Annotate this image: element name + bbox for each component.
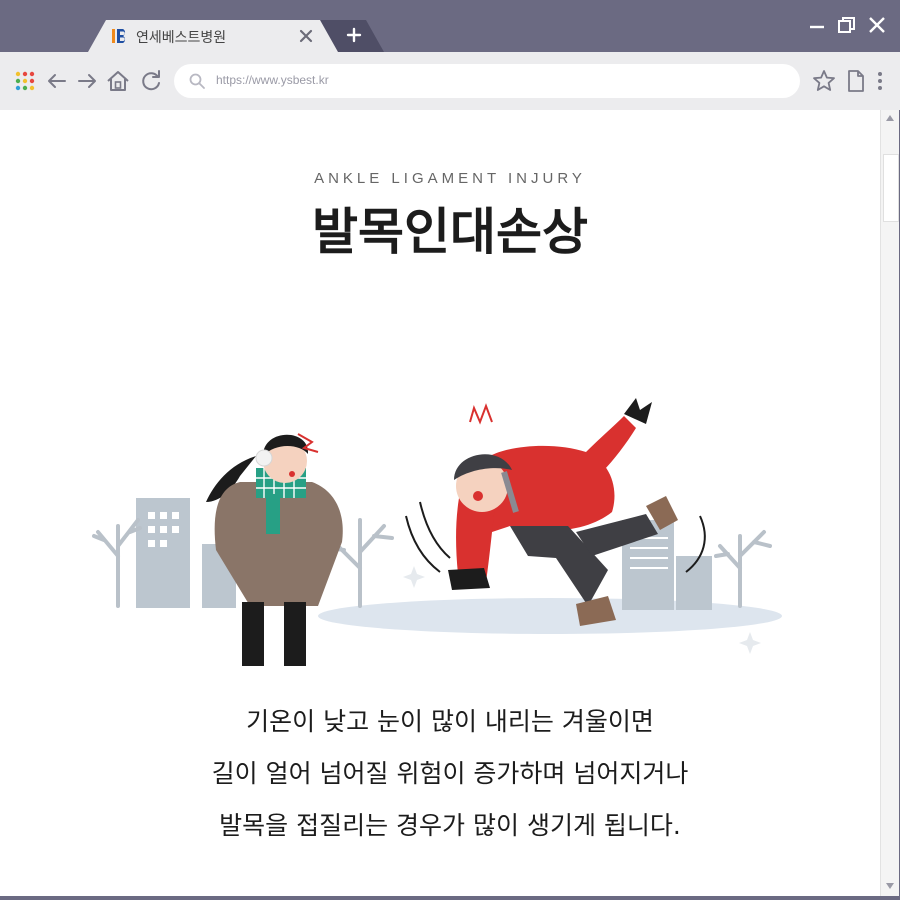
back-arrow-icon[interactable] xyxy=(44,68,70,94)
scroll-down-icon[interactable] xyxy=(884,880,896,892)
scrollbar-thumb[interactable] xyxy=(883,154,899,222)
description-line: 길이 얼어 넘어질 위험이 증가하며 넘어지거나 xyxy=(211,759,689,788)
url-text: https://www.ysbest.kr xyxy=(216,73,329,87)
toolbar: https://www.ysbest.kr xyxy=(0,52,900,110)
star-icon[interactable] xyxy=(811,68,837,94)
address-bar[interactable]: https://www.ysbest.kr xyxy=(174,64,800,98)
sparkle xyxy=(739,632,761,654)
description-line: 발목을 접질리는 경우가 많이 생기게 됩니다. xyxy=(219,811,681,840)
description: 기온이 낮고 눈이 많이 내리는 겨울이면 길이 얼어 넘어질 위험이 증가하며… xyxy=(0,696,880,852)
logo-icon xyxy=(112,29,126,43)
page-subtitle: ANKLE LIGAMENT INJURY xyxy=(314,170,586,187)
tab-title: 연세베스트병원 xyxy=(136,30,227,46)
tree-left xyxy=(92,518,142,608)
search-icon xyxy=(189,73,205,89)
new-tab-icon[interactable] xyxy=(345,26,363,44)
page-content: ANKLE LIGAMENT INJURY 발목인대손상 기온이 낮고 눈이 많… xyxy=(0,110,880,896)
sparkle xyxy=(403,566,425,588)
restore-icon[interactable] xyxy=(836,14,858,36)
scroll-up-icon[interactable] xyxy=(884,112,896,124)
page-title: 발목인대손상 xyxy=(312,203,588,261)
minimize-icon[interactable] xyxy=(806,14,828,36)
close-window-icon[interactable] xyxy=(866,14,888,36)
forward-arrow-icon[interactable] xyxy=(74,68,100,94)
winter-fall-illustration xyxy=(92,398,782,666)
ice-patch xyxy=(318,598,782,634)
home-icon[interactable] xyxy=(105,68,131,94)
woman-figure xyxy=(206,433,343,666)
more-menu-icon[interactable] xyxy=(871,68,889,94)
close-tab-icon[interactable] xyxy=(298,28,314,44)
description-line: 기온이 낮고 눈이 많이 내리는 겨울이면 xyxy=(246,707,654,736)
browser-window: 연세베스트병원 https://www.ysbest.kr ANKLE LIGA… xyxy=(0,0,900,900)
tab-active[interactable]: 연세베스트병원 xyxy=(88,20,344,52)
title-bar: 연세베스트병원 xyxy=(0,0,900,52)
apps-grid-icon[interactable] xyxy=(12,68,38,94)
page-icon[interactable] xyxy=(843,68,869,94)
refresh-icon[interactable] xyxy=(138,68,164,94)
tree-right xyxy=(714,530,772,608)
vertical-scrollbar[interactable] xyxy=(880,110,899,896)
